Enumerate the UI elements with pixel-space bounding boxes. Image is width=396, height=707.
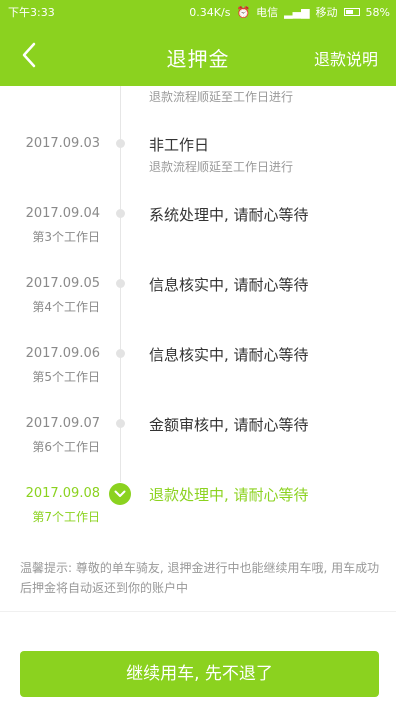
warm-tip: 温馨提示: 尊敬的单车骑友, 退押金进行中也能继续用车哦, 用车成功后押金将自动… [20, 561, 380, 595]
timeline-dot [116, 419, 125, 428]
signal-icon: ▂▄▆ [284, 5, 310, 19]
refund-info-link[interactable]: 退款说明 [314, 46, 378, 70]
timeline-item-day: 第6个工作日 [32, 440, 100, 454]
timeline-item-sub: 退款流程顺延至工作日进行 [149, 160, 294, 174]
divider [0, 611, 396, 612]
timeline-dot [116, 349, 125, 358]
header: 下午3:33 0.34K/s ⏰ 电信 ▂▄▆ 移动 58% 退押金 退款说明 [0, 0, 396, 86]
carrier-2: 移动 [315, 6, 338, 19]
timeline-item-date: 2017.09.05 [25, 276, 100, 291]
timeline-item-date: 2017.09.08 [25, 486, 100, 501]
timeline-item-day: 第7个工作日 [32, 510, 100, 524]
timeline-item-day: 第5个工作日 [32, 370, 100, 384]
network-speed: 0.34K/s [189, 5, 231, 19]
timeline-dot [116, 209, 125, 218]
refund-timeline: 退款流程顺延至工作日进行 2017.09.03 非工作日 退款流程顺延至工作日进… [0, 86, 396, 546]
timeline-item-sub: 退款流程顺延至工作日进行 [149, 90, 294, 104]
status-time: 下午3:33 [8, 6, 55, 19]
timeline-item-day: 第4个工作日 [32, 300, 100, 314]
timeline-item-day: 第3个工作日 [32, 230, 100, 244]
timeline-dot [116, 279, 125, 288]
timeline-item-title: 系统处理中, 请耐心等待 [149, 206, 309, 224]
timeline-item-title: 金额审核中, 请耐心等待 [149, 416, 309, 434]
chevron-down-icon [114, 490, 126, 497]
timeline-dot [116, 139, 125, 148]
timeline-item-title: 信息核实中, 请耐心等待 [149, 346, 309, 364]
title-bar: 退押金 退款说明 [0, 24, 396, 86]
timeline-item-title: 退款处理中, 请耐心等待 [149, 486, 309, 504]
timeline-item-date: 2017.09.06 [25, 346, 100, 361]
timeline-item-date: 2017.09.07 [25, 416, 100, 431]
status-indicators: 0.34K/s ⏰ 电信 ▂▄▆ 移动 58% [189, 4, 390, 20]
timeline-item-date: 2017.09.04 [25, 206, 100, 221]
current-step-marker [109, 483, 131, 505]
timeline-item-title: 信息核实中, 请耐心等待 [149, 276, 309, 294]
continue-riding-button[interactable]: 继续用车, 先不退了 [20, 651, 379, 697]
battery-level: 58% [365, 5, 390, 19]
alarm-icon: ⏰ [236, 5, 251, 19]
carrier-1: 电信 [256, 6, 279, 19]
battery-icon [343, 8, 360, 16]
status-bar: 下午3:33 0.34K/s ⏰ 电信 ▂▄▆ 移动 58% [0, 0, 396, 24]
timeline-item-date: 2017.09.03 [25, 136, 100, 151]
timeline-item-title: 非工作日 [149, 136, 210, 154]
